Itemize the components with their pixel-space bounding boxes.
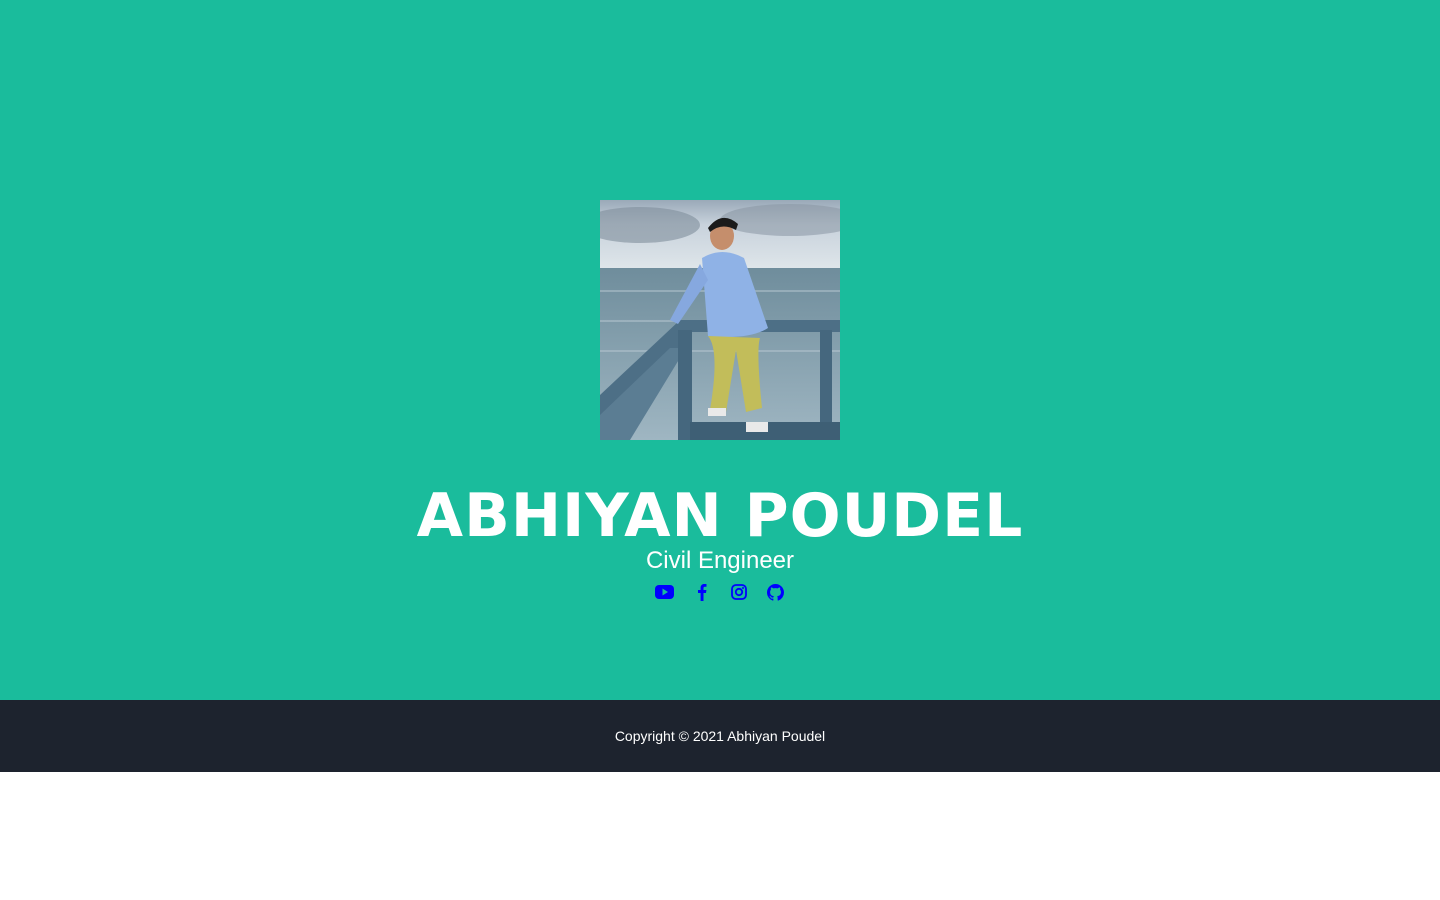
social-links <box>0 581 1440 603</box>
masthead: ABHIYAN POUDEL Civil Engineer <box>0 0 1440 700</box>
instagram-icon[interactable] <box>729 582 748 602</box>
facebook-icon[interactable] <box>692 582 711 602</box>
github-icon[interactable] <box>766 582 785 602</box>
youtube-icon[interactable] <box>655 582 674 602</box>
profile-photo <box>600 200 840 440</box>
copyright-text: Copyright © 2021 Abhiyan Poudel <box>614 728 826 744</box>
profile-title: Civil Engineer <box>645 547 795 574</box>
footer: Copyright © 2021 Abhiyan Poudel <box>0 700 1440 772</box>
